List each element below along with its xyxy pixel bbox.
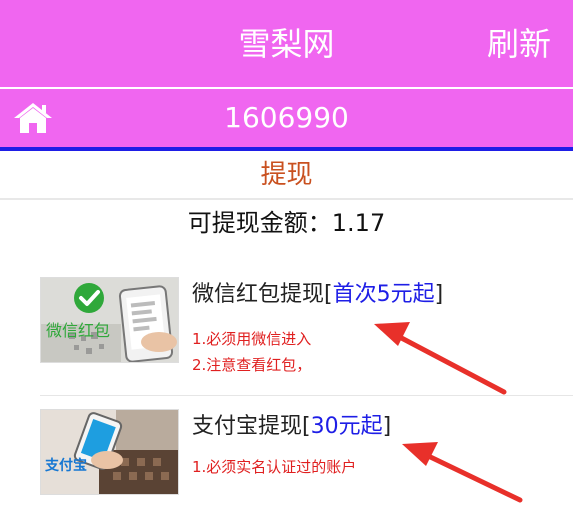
page-title: 提现 [260,160,313,190]
wechat-logo-text: 微信红包 [46,321,110,340]
bracket-open: [ [324,282,333,307]
alipay-thumbnail: 支付宝 [40,409,179,495]
wechat-title-text: 微信红包提现 [192,282,325,307]
alipay-logo-text: 支付宝 [44,457,87,474]
user-id: 1606990 [224,101,349,134]
bracket-close: ] [382,414,392,439]
wechat-note-1: 1.必须用微信进入 [192,330,312,348]
wechat-thumbnail: 微信红包 [40,277,179,363]
wechat-withdraw-option[interactable]: 微信红包 微信红包提现[首次5元起] 1.必须用微信进入 2.注意查看红包， [40,277,530,387]
alipay-note-1: 1.必须实名认证过的账户 [192,458,357,476]
alipay-minimum-note: 30元起 [310,414,383,439]
withdrawable-balance: 可提现金额：1.17 [187,209,386,237]
top-bar: 雪梨网 刷新 [0,0,573,87]
sub-bar: 1606990 [0,89,573,147]
refresh-button[interactable]: 刷新 [487,22,551,66]
alipay-title-text: 支付宝提现 [192,414,303,439]
bracket-close: ] [434,282,444,307]
wechat-minimum-note: 首次5元起 [332,282,435,307]
accent-line [0,147,573,151]
option-divider [40,395,573,396]
alipay-withdraw-option[interactable]: 支付宝 支付宝提现[30元起] 1.必须实名认证过的账户 [40,409,530,509]
alipay-option-title: 支付宝提现[30元起] [192,412,391,442]
divider [0,198,573,200]
bracket-open: [ [302,414,311,439]
wechat-note-2: 2.注意查看红包， [192,356,312,374]
wechat-option-title: 微信红包提现[首次5元起] [192,280,443,310]
